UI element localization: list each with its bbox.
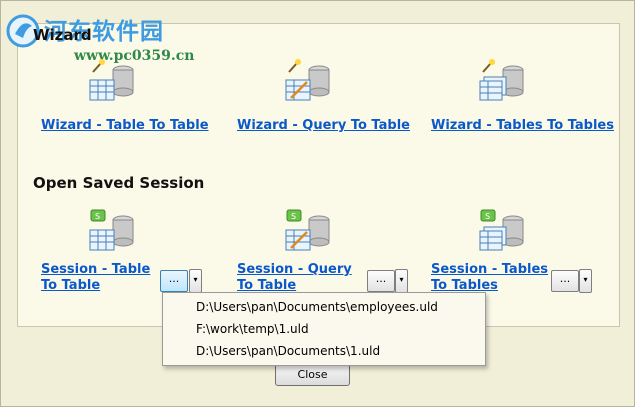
- recent-session-item[interactable]: D:\Users\pan\Documents\employees.uld: [196, 300, 438, 314]
- recent-session-item[interactable]: D:\Users\pan\Documents\1.uld: [196, 344, 380, 358]
- session-tables-to-tables-icon[interactable]: S: [477, 208, 527, 254]
- recent-session-item[interactable]: F:\work\temp\1.uld: [196, 322, 309, 336]
- session-table-to-table-link[interactable]: Session - Table To Table: [41, 262, 150, 294]
- recent-session-table-dropdown[interactable]: ▾: [189, 269, 202, 293]
- session-tables-to-tables-line1: Session - Tables: [431, 262, 549, 277]
- browse-session-table-button[interactable]: ...: [160, 270, 188, 292]
- recent-session-query-dropdown[interactable]: ▾: [395, 269, 408, 293]
- session-query-to-table-line1: Session - Query: [237, 262, 352, 277]
- session-table-to-table-icon[interactable]: S: [87, 208, 137, 254]
- close-button[interactable]: Close: [275, 364, 350, 386]
- session-section-title: Open Saved Session: [33, 174, 205, 192]
- browse-session-tables-button[interactable]: ...: [551, 270, 579, 292]
- session-query-to-table-icon[interactable]: S: [283, 208, 333, 254]
- svg-text:S: S: [95, 212, 100, 221]
- session-query-to-table-link[interactable]: Session - Query To Table: [237, 262, 352, 294]
- browse-session-query-button[interactable]: ...: [367, 270, 395, 292]
- svg-text:S: S: [291, 212, 296, 221]
- wizard-section-title: Wizard: [33, 26, 92, 44]
- wizard-query-to-table-icon[interactable]: [283, 58, 333, 104]
- wizard-table-to-table-link[interactable]: Wizard - Table To Table: [41, 118, 209, 134]
- wizard-tables-to-tables-link[interactable]: Wizard - Tables To Tables: [431, 118, 614, 134]
- recent-session-tables-dropdown[interactable]: ▾: [579, 269, 592, 293]
- recent-sessions-menu: D:\Users\pan\Documents\employees.uld F:\…: [162, 292, 486, 366]
- session-table-to-table-line2: To Table: [41, 278, 101, 293]
- wizard-query-to-table-link[interactable]: Wizard - Query To Table: [237, 118, 410, 134]
- wizard-tables-to-tables-icon[interactable]: [477, 58, 527, 104]
- session-table-to-table-line1: Session - Table: [41, 262, 151, 277]
- wizard-table-to-table-icon[interactable]: [87, 58, 137, 104]
- svg-text:S: S: [485, 212, 490, 221]
- session-tables-to-tables-link[interactable]: Session - Tables To Tables: [431, 262, 548, 294]
